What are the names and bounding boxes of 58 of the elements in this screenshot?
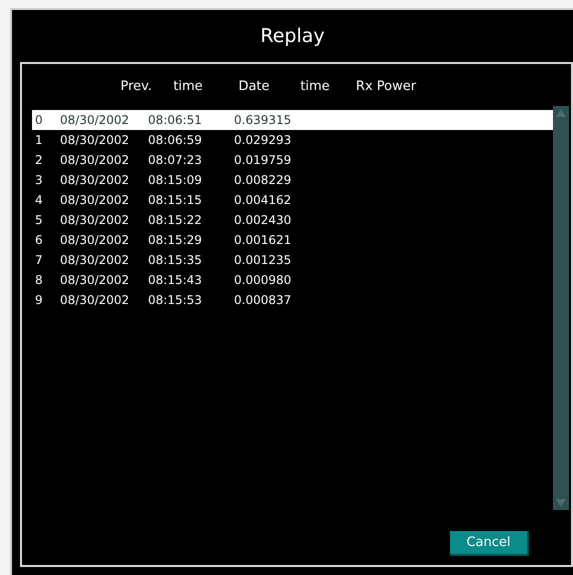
table-row[interactable]: 1 08/30/2002 08:06:59 0.029293 [32, 130, 553, 150]
table-cell-text: 08/30/2002 [60, 132, 130, 149]
table-cell-text: 5 [34, 212, 44, 229]
table-cell-text: 6 [34, 232, 44, 249]
table-cell-text: 08/30/2002 [60, 192, 130, 209]
table-cell-text: 08/30/2002 [60, 112, 130, 129]
table-cell-text: 9 [34, 292, 44, 309]
table-cell-text: 08/30/2002 [60, 152, 130, 169]
scrollbar[interactable] [553, 106, 569, 510]
table-cell-text: 0.000980 [234, 272, 292, 289]
table-cell-text: 08/30/2002 [60, 272, 130, 289]
table-cell-text: 08:15:29 [148, 232, 203, 249]
table-cell-text: 08:15:09 [148, 172, 203, 189]
table-cell-text: 0.001235 [234, 252, 292, 269]
table-row[interactable]: 8 08/30/2002 08:15:43 0.000980 [32, 270, 553, 290]
table-cell-text: 0.019759 [234, 152, 292, 169]
table-cell-text: 0.004162 [234, 192, 292, 209]
window-title: Replay [260, 24, 325, 49]
column-header: Date [237, 78, 271, 96]
table-cell-text: 7 [34, 252, 44, 269]
table-cell-text: 08:15:35 [148, 252, 203, 269]
table-cell-text: 08:07:23 [148, 152, 203, 169]
table-cell-text: 08/30/2002 [60, 252, 130, 269]
table-cell-text: 8 [34, 272, 44, 289]
table-cell-text: 2 [34, 152, 44, 169]
table-cell-text: 08:06:59 [148, 132, 203, 149]
table-cell-text: 08:06:51 [148, 112, 203, 129]
table-cell-text: 0.000837 [234, 292, 292, 309]
table-cell-text: 1 [34, 132, 44, 149]
table-cell-text: 08:15:22 [148, 212, 203, 229]
table-row[interactable]: 7 08/30/2002 08:15:35 0.001235 [32, 250, 553, 270]
table-cell-text: 08/30/2002 [60, 232, 130, 249]
table-row[interactable]: 2 08/30/2002 08:07:23 0.019759 [32, 150, 553, 170]
table-row[interactable]: 5 08/30/2002 08:15:22 0.002430 [32, 210, 553, 230]
table-row[interactable]: 4 08/30/2002 08:15:15 0.004162 [32, 190, 553, 210]
table-cell-text: 08/30/2002 [60, 172, 130, 189]
table-cell-text: 08:15:43 [148, 272, 203, 289]
column-header: Prev. [120, 78, 152, 96]
table-cell-text: 0.001621 [234, 232, 292, 249]
table-row[interactable]: 9 08/30/2002 08:15:53 0.000837 [32, 290, 553, 310]
table-cell-text: 08/30/2002 [60, 212, 130, 229]
table-cell-text: 3 [34, 172, 44, 189]
table-cell-text: 0.002430 [234, 212, 292, 229]
table-cell-text: 08:15:15 [148, 192, 203, 209]
column-header: time [299, 78, 331, 96]
table-cell-text: 0 [34, 112, 44, 129]
table-cell-text: 0.639315 [234, 112, 292, 129]
table-row[interactable]: 0 08/30/2002 08:06:51 0.639315 [32, 110, 553, 130]
cancel-button[interactable]: Cancel [450, 531, 529, 556]
table-row[interactable]: 3 08/30/2002 08:15:09 0.008229 [32, 170, 553, 190]
table-cell-text: 08:15:53 [148, 292, 203, 309]
column-header: Rx Power [354, 78, 418, 96]
table-row[interactable]: 6 08/30/2002 08:15:29 0.001621 [32, 230, 553, 250]
table-cell-text: 0.008229 [234, 172, 292, 189]
table-cell-text: 0.029293 [234, 132, 292, 149]
table-cell-text: 4 [34, 192, 44, 209]
column-header: time [172, 78, 204, 96]
table-cell-text: 08/30/2002 [60, 292, 130, 309]
